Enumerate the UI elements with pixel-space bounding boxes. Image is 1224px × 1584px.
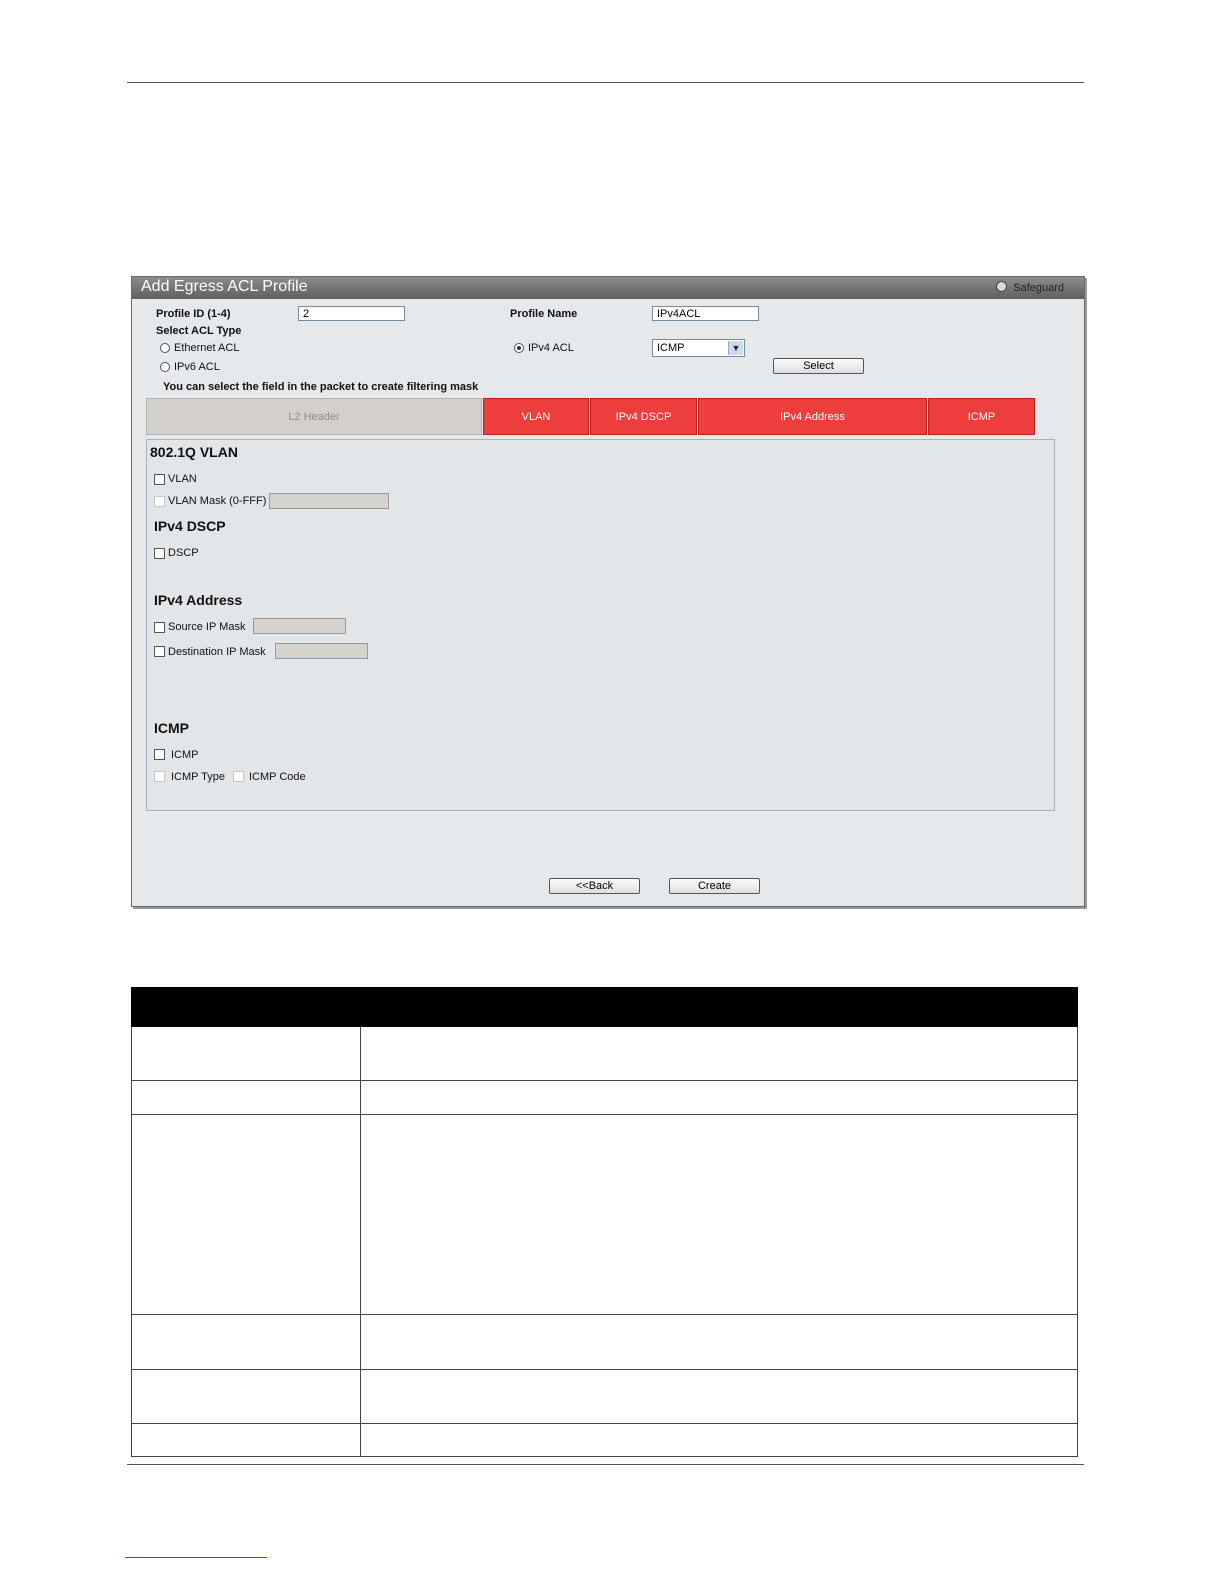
protocol-select-value: ICMP [657, 342, 685, 354]
safeguard-icon [996, 281, 1008, 292]
profile-id-input[interactable] [298, 306, 405, 321]
vlan-mask-input[interactable] [269, 493, 389, 509]
icmp-type-checkbox[interactable] [154, 771, 165, 782]
icmp-section-heading: ICMP [154, 720, 189, 736]
table-row [131, 1423, 1078, 1457]
ipv4-acl-radio[interactable] [514, 343, 524, 353]
page-bottom-rule [127, 1464, 1084, 1465]
source-ip-mask-label: Source IP Mask [168, 621, 246, 633]
page-top-rule [127, 82, 1084, 83]
ipv6-acl-label: IPv6 ACL [174, 361, 220, 373]
window-title-bar: Add Egress ACL Profile Safeguard [132, 277, 1084, 299]
vlan-checkbox[interactable] [154, 474, 165, 485]
dscp-checkbox-label: DSCP [168, 547, 199, 559]
icmp-checkbox-label: ICMP [171, 749, 199, 761]
tab-l2-header[interactable]: L2 Header [146, 398, 482, 435]
filtering-mask-instruction: You can select the field in the packet t… [163, 381, 479, 393]
select-acl-type-label: Select ACL Type [156, 325, 242, 337]
tab-icmp[interactable]: ICMP [928, 398, 1035, 435]
add-egress-acl-profile-window: Add Egress ACL Profile Safeguard Profile… [131, 276, 1085, 907]
profile-id-label: Profile ID (1-4) [156, 308, 231, 320]
profile-name-input[interactable] [652, 306, 759, 321]
tab-ipv4-dscp[interactable]: IPv4 DSCP [590, 398, 697, 435]
source-ip-mask-checkbox[interactable] [154, 622, 165, 633]
create-button[interactable]: Create [669, 878, 760, 894]
safeguard-indicator: Safeguard [996, 281, 1064, 294]
chevron-down-icon[interactable]: ▼ [728, 341, 743, 355]
back-button[interactable]: <<Back [549, 878, 640, 894]
dscp-section-heading: IPv4 DSCP [154, 518, 226, 534]
vlan-mask-label: VLAN Mask (0-FFF) [168, 495, 267, 507]
profile-name-label: Profile Name [510, 308, 578, 320]
table-row [131, 1080, 1078, 1115]
select-button[interactable]: Select [773, 358, 864, 374]
table-header [131, 987, 1078, 1027]
ipv6-acl-radio[interactable] [160, 362, 170, 372]
icmp-code-checkbox[interactable] [233, 771, 244, 782]
vlan-mask-checkbox[interactable] [154, 496, 165, 507]
dscp-checkbox[interactable] [154, 548, 165, 559]
icmp-checkbox[interactable] [154, 749, 165, 760]
ethernet-acl-radio[interactable] [160, 343, 170, 353]
safeguard-label: Safeguard [1013, 282, 1064, 294]
table-header-row [131, 987, 1078, 1027]
tab-vlan[interactable]: VLAN [483, 398, 589, 435]
filter-mask-panel: 802.1Q VLAN VLAN VLAN Mask (0-FFF) IPv4 … [146, 439, 1055, 811]
vlan-section-heading: 802.1Q VLAN [150, 444, 238, 460]
ipv4-acl-label: IPv4 ACL [528, 342, 574, 354]
tab-ipv4-address[interactable]: IPv4 Address [698, 398, 927, 435]
destination-ip-mask-label: Destination IP Mask [168, 646, 266, 658]
source-ip-mask-input[interactable] [253, 618, 346, 634]
destination-ip-mask-input[interactable] [275, 643, 368, 659]
table-row [131, 1314, 1078, 1370]
address-section-heading: IPv4 Address [154, 592, 243, 608]
window-title: Add Egress ACL Profile [141, 278, 308, 295]
footer-link-underline[interactable] [125, 1557, 267, 1558]
icmp-type-label: ICMP Type [171, 771, 226, 783]
vlan-checkbox-label: VLAN [168, 473, 197, 485]
table-row [131, 1114, 1078, 1315]
destination-ip-mask-checkbox[interactable] [154, 646, 165, 657]
icmp-code-label: ICMP Code [249, 771, 306, 783]
table-row [131, 1369, 1078, 1424]
table-row [131, 1026, 1078, 1081]
ethernet-acl-label: Ethernet ACL [174, 342, 240, 354]
protocol-select[interactable]: ICMP ▼ [652, 339, 745, 357]
parameter-description-table [131, 987, 1078, 1457]
